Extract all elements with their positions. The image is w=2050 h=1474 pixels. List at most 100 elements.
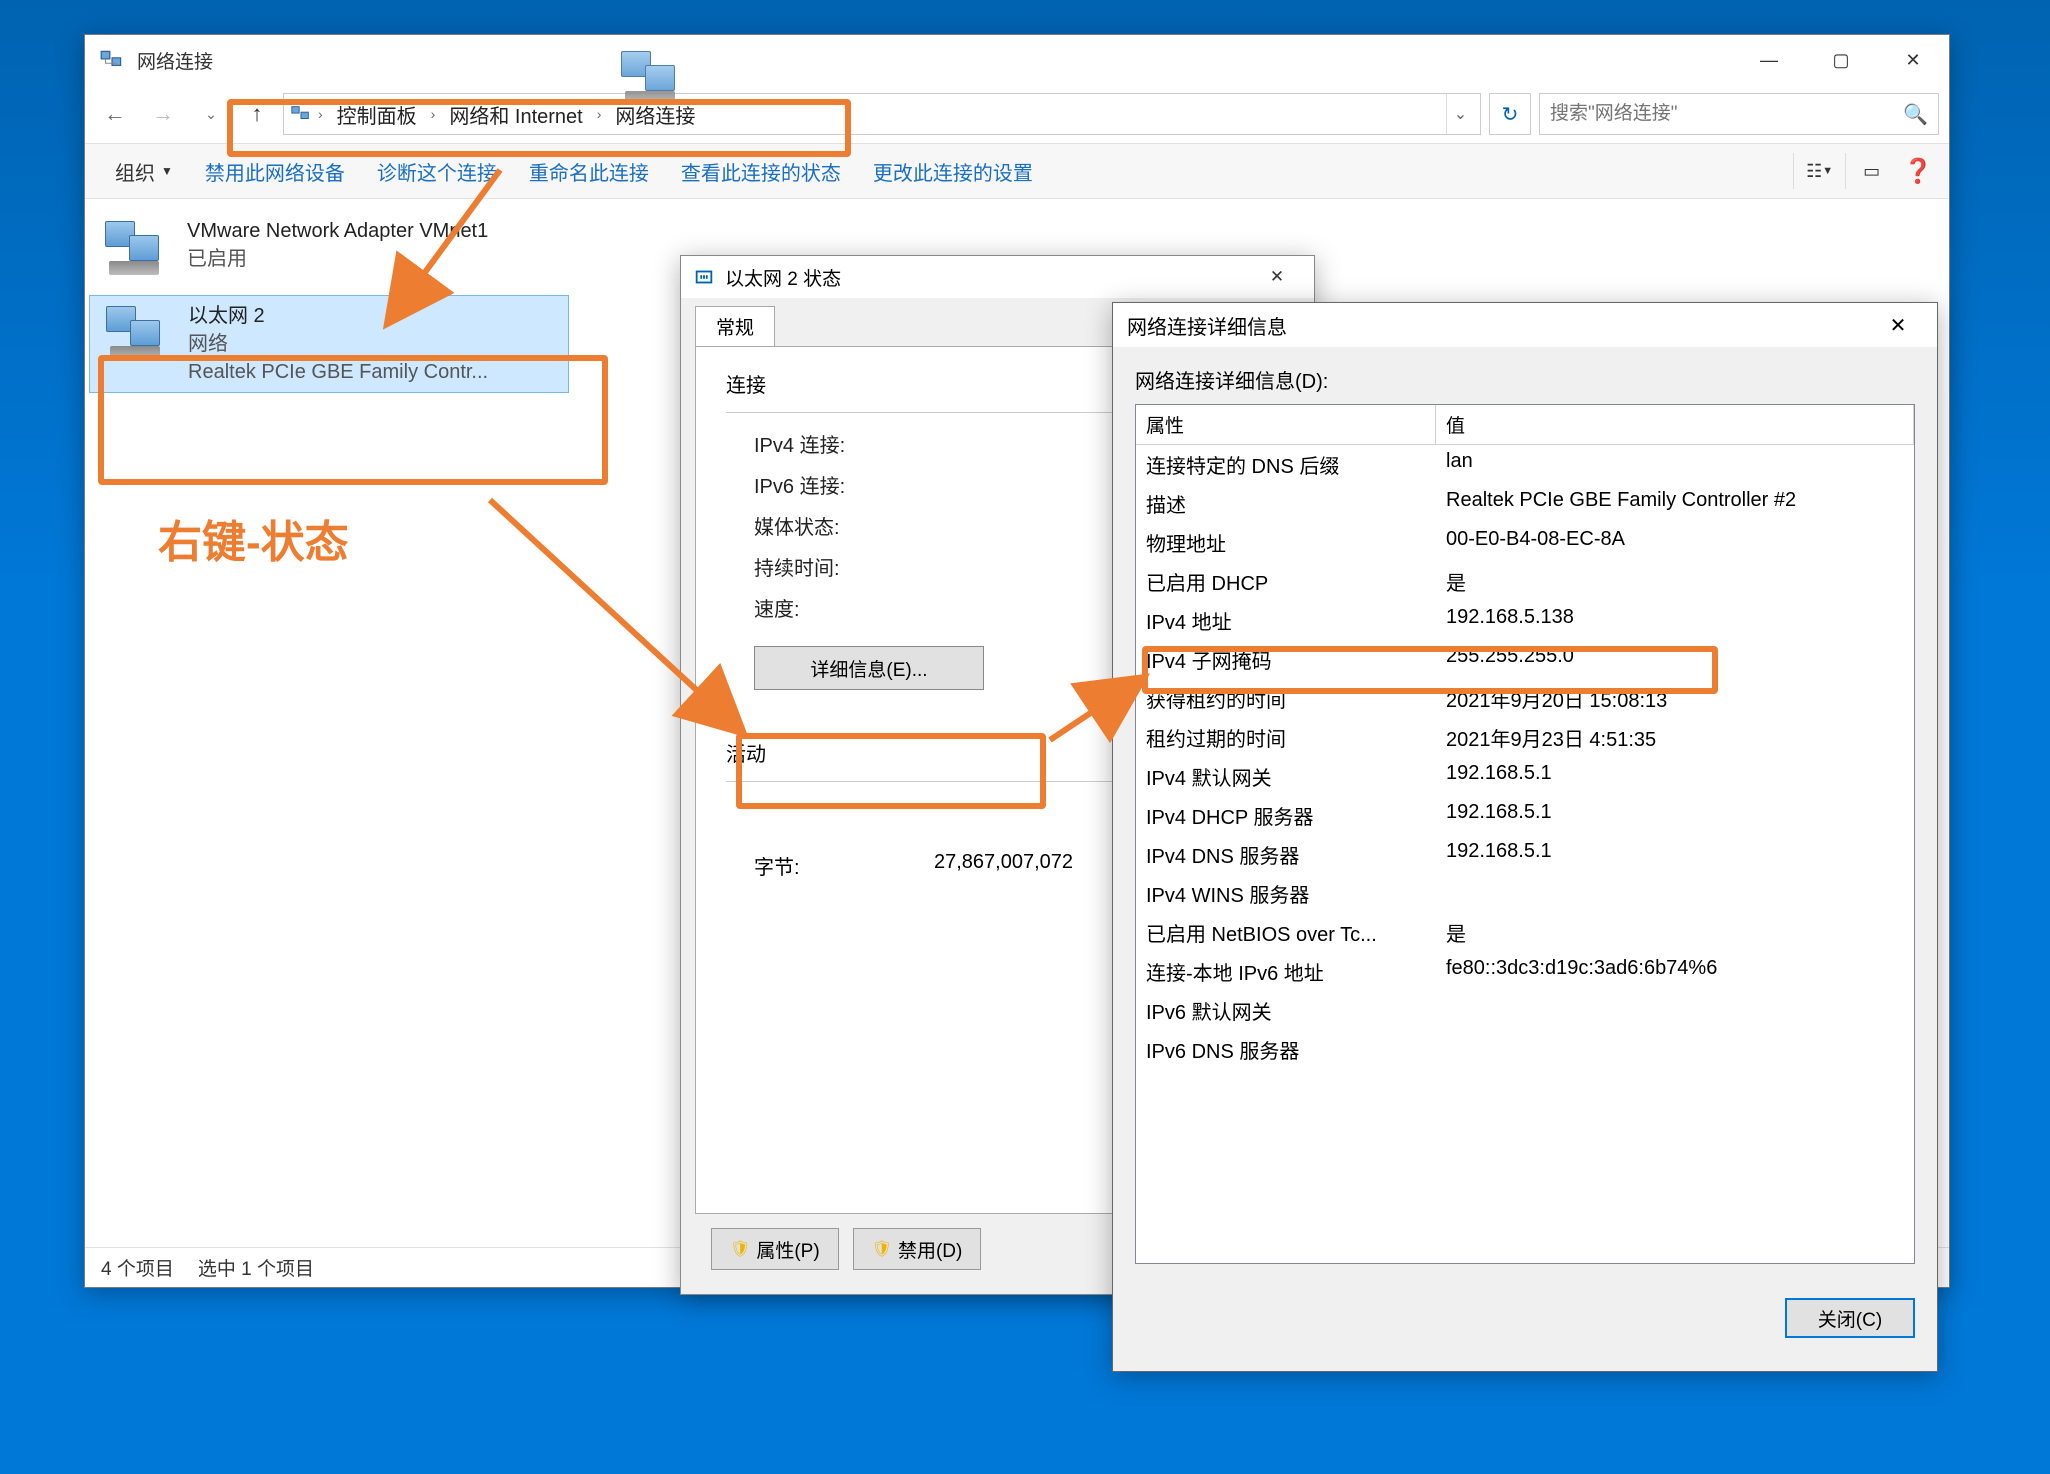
search-icon[interactable]: 🔍	[1903, 102, 1928, 127]
table-row[interactable]: IPv4 WINS 服务器	[1136, 874, 1914, 913]
disable-device-button[interactable]: 禁用此网络设备	[191, 151, 359, 192]
property-value: 2021年9月23日 4:51:35	[1436, 721, 1666, 754]
duration-label: 持续时间:	[754, 552, 934, 581]
property-name: IPv4 DHCP 服务器	[1136, 799, 1436, 832]
property-name: 租约过期的时间	[1136, 721, 1436, 754]
toolbar: 组织 ▼ 禁用此网络设备 诊断这个连接 重命名此连接 查看此连接的状态 更改此连…	[85, 143, 1949, 199]
view-status-button[interactable]: 查看此连接的状态	[667, 151, 855, 192]
table-row[interactable]: 已启用 NetBIOS over Tc...是	[1136, 913, 1914, 952]
window-title: 网络连接	[137, 47, 1733, 74]
close-button[interactable]: ✕	[1877, 36, 1949, 84]
property-value: 192.168.5.1	[1436, 760, 1562, 793]
rename-button[interactable]: 重命名此连接	[515, 151, 663, 192]
shield-icon: 🛡	[872, 1239, 892, 1259]
preview-pane-button[interactable]: ▭	[1845, 153, 1889, 189]
property-name: IPv6 默认网关	[1136, 994, 1436, 1027]
change-settings-button[interactable]: 更改此连接的设置	[859, 151, 1047, 192]
breadcrumb-item[interactable]: 网络和 Internet	[441, 96, 590, 133]
table-row[interactable]: 物理地址00-E0-B4-08-EC-8A	[1136, 523, 1914, 562]
table-row[interactable]: 获得租约的时间2021年9月20日 15:08:13	[1136, 679, 1914, 718]
selected-count: 选中 1 个项目	[198, 1254, 314, 1281]
recent-button[interactable]: ⌄	[191, 94, 231, 134]
adapter-desc: Realtek PCIe GBE Family Contr...	[188, 358, 558, 386]
chevron-right-icon: ›	[595, 106, 604, 122]
view-options-button[interactable]: ☷ ▼	[1793, 153, 1837, 189]
search-box[interactable]: 🔍	[1539, 93, 1939, 135]
close-button[interactable]: ✕	[1873, 313, 1923, 338]
adapter-icon	[99, 217, 171, 277]
tab-general[interactable]: 常规	[695, 306, 775, 346]
ipv4-conn-label: IPv4 连接:	[754, 429, 934, 458]
network-icon	[290, 103, 312, 125]
up-button[interactable]: ↑	[239, 96, 275, 132]
property-name: IPv4 WINS 服务器	[1136, 877, 1436, 910]
properties-table[interactable]: 属性 值 连接特定的 DNS 后缀lan描述Realtek PCIe GBE F…	[1135, 404, 1915, 1264]
chevron-right-icon: ›	[429, 106, 438, 122]
property-value	[1436, 994, 1456, 1027]
annotation-text: 右键-状态	[158, 506, 349, 570]
properties-button[interactable]: 🛡属性(P)	[711, 1228, 839, 1270]
property-name: 获得租约的时间	[1136, 682, 1436, 715]
bytes-label: 字节:	[754, 851, 934, 880]
table-row[interactable]: IPv4 默认网关192.168.5.1	[1136, 757, 1914, 796]
property-value: 是	[1436, 565, 1476, 598]
breadcrumb-item[interactable]: 控制面板	[329, 96, 425, 133]
property-value: 192.168.5.1	[1436, 799, 1562, 832]
property-name: IPv4 默认网关	[1136, 760, 1436, 793]
adapter-status: 已启用	[187, 245, 559, 273]
details-button[interactable]: 详细信息(E)...	[754, 646, 984, 690]
col-property[interactable]: 属性	[1136, 405, 1436, 444]
adapter-item-selected[interactable]: 以太网 2 网络 Realtek PCIe GBE Family Contr..…	[89, 295, 569, 393]
property-value: lan	[1436, 448, 1483, 481]
minimize-button[interactable]: —	[1733, 36, 1805, 84]
organize-button[interactable]: 组织 ▼	[101, 151, 187, 192]
table-row[interactable]: 租约过期的时间2021年9月23日 4:51:35	[1136, 718, 1914, 757]
table-row[interactable]: 已启用 DHCP是	[1136, 562, 1914, 601]
property-name: IPv6 DNS 服务器	[1136, 1033, 1436, 1066]
dialog-title: 网络连接详细信息	[1127, 311, 1873, 340]
help-icon[interactable]: ❓	[1903, 157, 1933, 186]
address-dropdown[interactable]: ⌄	[1446, 94, 1474, 134]
col-value[interactable]: 值	[1436, 405, 1914, 444]
disable-button[interactable]: 🛡禁用(D)	[853, 1228, 982, 1270]
property-name: IPv4 子网掩码	[1136, 643, 1436, 676]
property-name: IPv4 地址	[1136, 604, 1436, 637]
property-name: IPv4 DNS 服务器	[1136, 838, 1436, 871]
titlebar: 网络连接 — ▢ ✕	[85, 35, 1949, 85]
table-row[interactable]: IPv6 默认网关	[1136, 991, 1914, 1030]
property-value: 192.168.5.1	[1436, 838, 1562, 871]
forward-button[interactable]: →	[143, 94, 183, 134]
table-row[interactable]: 连接特定的 DNS 后缀lan	[1136, 445, 1914, 484]
table-row[interactable]: IPv4 地址192.168.5.138	[1136, 601, 1914, 640]
table-row[interactable]: 连接-本地 IPv6 地址fe80::3dc3:d19c:3ad6:6b74%6	[1136, 952, 1914, 991]
maximize-button[interactable]: ▢	[1805, 36, 1877, 84]
adapter-item[interactable]: VMware Network Adapter VMnet1 已启用	[89, 211, 569, 283]
network-details-dialog: 网络连接详细信息 ✕ 网络连接详细信息(D): 属性 值 连接特定的 DNS 后…	[1112, 302, 1938, 1372]
close-button[interactable]: 关闭(C)	[1785, 1298, 1915, 1338]
close-button[interactable]: ✕	[1252, 267, 1302, 287]
property-name: 描述	[1136, 487, 1436, 520]
item-count: 4 个项目	[101, 1254, 174, 1281]
property-value: Realtek PCIe GBE Family Controller #2	[1436, 487, 1806, 520]
table-row[interactable]: IPv4 子网掩码255.255.255.0	[1136, 640, 1914, 679]
speed-label: 速度:	[754, 593, 934, 622]
back-button[interactable]: ←	[95, 94, 135, 134]
table-row[interactable]: IPv4 DHCP 服务器192.168.5.1	[1136, 796, 1914, 835]
property-value	[1436, 877, 1456, 910]
shield-icon: 🛡	[730, 1239, 750, 1259]
property-name: 连接特定的 DNS 后缀	[1136, 448, 1436, 481]
table-row[interactable]: IPv4 DNS 服务器192.168.5.1	[1136, 835, 1914, 874]
property-value: 255.255.255.0	[1436, 643, 1584, 676]
search-input[interactable]	[1550, 103, 1903, 125]
adapter-status: 网络	[188, 330, 558, 358]
diagnose-button[interactable]: 诊断这个连接	[363, 151, 511, 192]
property-value	[1436, 1033, 1456, 1066]
adapter-name: VMware Network Adapter VMnet1	[187, 217, 559, 245]
table-row[interactable]: IPv6 DNS 服务器	[1136, 1030, 1914, 1069]
details-label: 网络连接详细信息(D):	[1135, 365, 1915, 394]
adapter-name: 以太网 2	[188, 302, 558, 330]
table-row[interactable]: 描述Realtek PCIe GBE Family Controller #2	[1136, 484, 1914, 523]
refresh-button[interactable]: ↻	[1489, 93, 1531, 135]
property-value: fe80::3dc3:d19c:3ad6:6b74%6	[1436, 955, 1727, 988]
property-value: 00-E0-B4-08-EC-8A	[1436, 526, 1635, 559]
